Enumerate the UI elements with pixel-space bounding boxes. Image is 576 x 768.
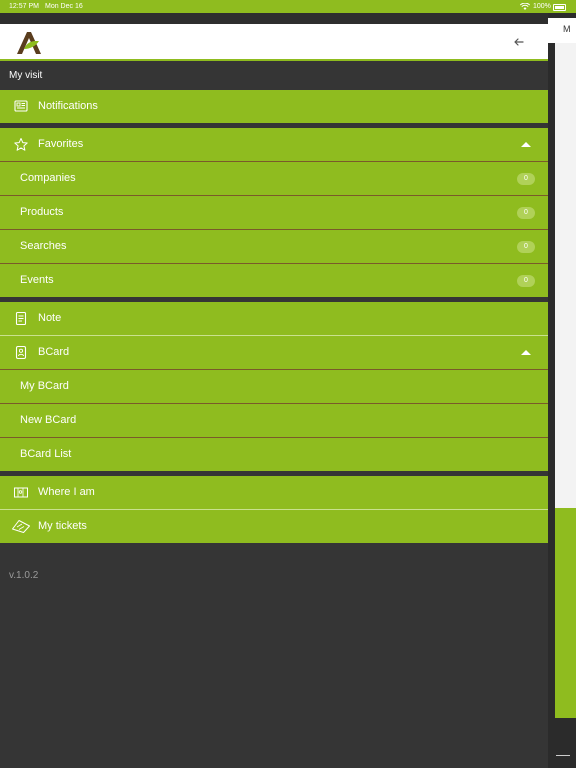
menu-item-label: Products (20, 206, 64, 218)
star-icon (14, 138, 28, 151)
status-date: Mon Dec 16 (45, 3, 83, 10)
note-icon (15, 311, 27, 326)
menu-item-label: My tickets (38, 520, 87, 532)
menu-item-label: My BCard (20, 380, 69, 392)
section-title: My visit (9, 70, 43, 81)
background-header-letter: M (563, 24, 571, 34)
group-divider (0, 123, 548, 127)
screen: 12:57 PM Mon Dec 16 100% M My visit Noti… (0, 0, 576, 768)
news-icon (14, 100, 28, 112)
wifi-icon (520, 3, 530, 10)
chevron-up-icon[interactable] (521, 142, 531, 147)
menu-item-favorites[interactable]: Favorites (0, 128, 548, 161)
count-badge: 0 (517, 275, 535, 287)
menu-item-label: Searches (20, 240, 67, 252)
navigation-drawer: My visit Notifications Favorites Compani… (0, 13, 548, 768)
bcard-icon (15, 345, 27, 360)
background-bottom-bar (548, 718, 576, 768)
ticket-icon (12, 520, 30, 533)
group-divider (0, 297, 548, 301)
background-content (555, 43, 576, 513)
app-version: v.1.0.2 (9, 570, 39, 581)
menu-item-events[interactable]: Events 0 (0, 264, 548, 297)
menu-item-label: New BCard (20, 414, 77, 426)
menu-item-label: BCard List (20, 448, 72, 460)
menu-item-where-i-am[interactable]: Where I am (0, 476, 548, 509)
status-bar: 12:57 PM Mon Dec 16 100% (0, 0, 576, 13)
battery-percent: 100% (533, 3, 551, 10)
count-badge: 0 (517, 241, 535, 253)
menu-item-label: Events (20, 274, 54, 286)
group-divider (0, 471, 548, 475)
menu-item-label: Notifications (38, 100, 98, 112)
background-header-card[interactable] (548, 18, 576, 43)
count-badge: 0 (517, 173, 535, 185)
count-badge: 0 (517, 207, 535, 219)
back-arrow-icon[interactable] (510, 34, 528, 50)
menu-item-my-bcard[interactable]: My BCard (0, 370, 548, 403)
drawer-top-strip (0, 13, 548, 24)
battery-icon (553, 4, 566, 11)
drawer-header (0, 24, 548, 61)
menu-item-label: Favorites (38, 138, 84, 150)
menu-item-bcard-list[interactable]: BCard List (0, 438, 548, 471)
menu-item-products[interactable]: Products 0 (0, 196, 548, 229)
menu-item-label: Where I am (38, 486, 95, 498)
menu-item-my-tickets[interactable]: My tickets (0, 510, 548, 543)
background-divider (556, 755, 570, 756)
menu-item-note[interactable]: Note (0, 302, 548, 335)
menu-item-searches[interactable]: Searches 0 (0, 230, 548, 263)
menu-item-label: Note (38, 312, 62, 324)
menu-item-notifications[interactable]: Notifications (0, 90, 548, 123)
background-green-block (555, 508, 576, 718)
menu-item-label: BCard (38, 346, 70, 358)
menu-item-companies[interactable]: Companies 0 (0, 162, 548, 195)
app-logo[interactable] (15, 30, 43, 54)
menu-item-new-bcard[interactable]: New BCard (0, 404, 548, 437)
chevron-up-icon[interactable] (521, 350, 531, 355)
menu-item-bcard[interactable]: BCard (0, 336, 548, 369)
menu-item-label: Companies (20, 172, 76, 184)
map-icon (14, 487, 28, 498)
status-time: 12:57 PM (9, 3, 39, 10)
